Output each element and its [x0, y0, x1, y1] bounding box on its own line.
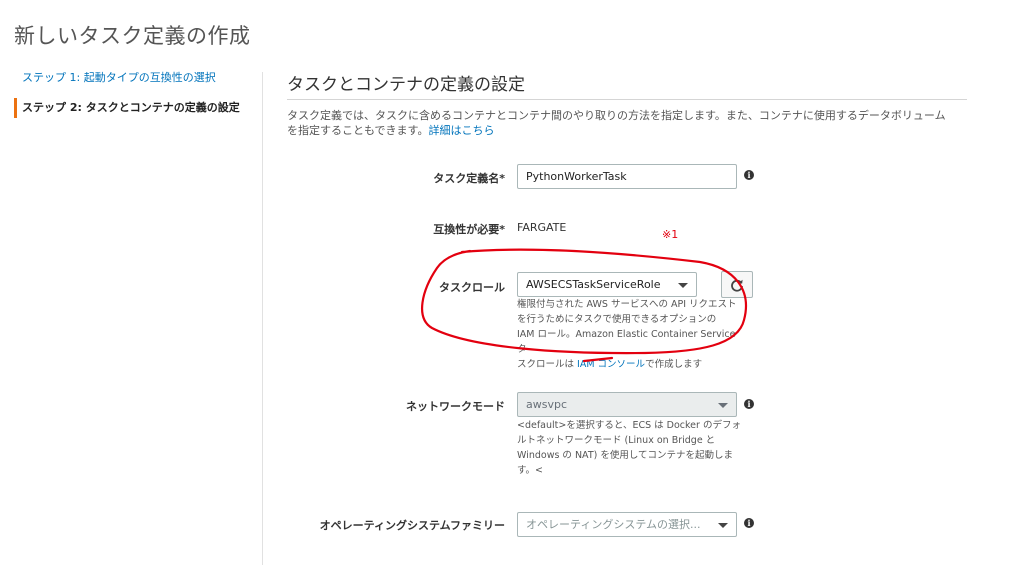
vertical-divider — [262, 72, 263, 565]
task-role-value: AWSECSTaskServiceRole — [526, 278, 661, 291]
section-description: タスク定義では、タスクに含めるコンテナとコンテナ間のやり取りの方法を指定します。… — [287, 108, 977, 138]
network-mode-label: ネットワークモード — [406, 400, 505, 413]
description-text-2: を指定することもできます。 — [287, 124, 429, 137]
info-icon[interactable]: i — [744, 170, 754, 180]
help-text: す。< — [517, 465, 544, 476]
task-role-label: タスクロール — [439, 281, 505, 294]
help-text: ルトネットワークモード (Linux on Bridge と — [517, 435, 716, 446]
description-text-1: タスク定義では、タスクに含めるコンテナとコンテナ間のやり取りの方法を指定します。… — [287, 109, 946, 122]
os-family-placeholder: オペレーティングシステムの選択... — [526, 518, 701, 531]
info-icon[interactable]: i — [744, 399, 754, 409]
step-1-link[interactable]: ステップ 1: 起動タイプの互換性の選択 — [14, 68, 254, 88]
section-divider — [287, 99, 967, 100]
help-text: IAM ロール。Amazon Elastic Container Service… — [517, 329, 736, 355]
network-mode-help: <default>を選択すると、ECS は Docker のデフォ ルトネットワ… — [517, 418, 742, 478]
help-text: 権限付与された AWS サービスへの API リクエスト — [517, 299, 737, 310]
section-title: タスクとコンテナの定義の設定 — [287, 75, 525, 95]
help-text: Windows の NAT) を使用してコンテナを起動しま — [517, 450, 734, 461]
network-mode-value: awsvpc — [526, 398, 568, 411]
task-name-label: タスク定義名* — [433, 172, 505, 185]
task-name-input[interactable] — [517, 164, 737, 189]
refresh-icon — [731, 279, 743, 292]
refresh-button[interactable] — [721, 271, 753, 298]
task-role-help: 権限付与された AWS サービスへの API リクエスト を行うためにタスクで使… — [517, 297, 747, 372]
page-title: 新しいタスク定義の作成 — [14, 24, 251, 48]
help-text: <default>を選択すると、ECS は Docker のデフォ — [517, 420, 741, 431]
help-text: で作成します — [645, 359, 703, 370]
iam-console-link[interactable]: IAM コンソール — [577, 359, 645, 370]
network-mode-select: awsvpc — [517, 392, 737, 417]
compatibility-label: 互換性が必要* — [433, 223, 505, 236]
chevron-down-icon — [718, 523, 728, 528]
details-link[interactable]: 詳細はこちら — [428, 124, 494, 137]
help-text: を行うためにタスクで使用できるオプションの — [517, 314, 717, 325]
help-text: スクロールは — [517, 359, 578, 370]
task-role-select[interactable]: AWSECSTaskServiceRole — [517, 272, 697, 297]
chevron-down-icon — [678, 283, 688, 288]
os-family-select[interactable]: オペレーティングシステムの選択... — [517, 512, 737, 537]
annotation-note: ※1 — [662, 228, 679, 241]
step-2-current: ステップ 2: タスクとコンテナの定義の設定 — [14, 98, 254, 118]
os-family-label: オペレーティングシステムファミリー — [319, 519, 505, 532]
compatibility-value: FARGATE — [517, 221, 567, 234]
wizard-steps: ステップ 1: 起動タイプの互換性の選択 ステップ 2: タスクとコンテナの定義… — [14, 68, 254, 128]
chevron-down-icon — [718, 403, 728, 408]
info-icon[interactable]: i — [744, 518, 754, 528]
